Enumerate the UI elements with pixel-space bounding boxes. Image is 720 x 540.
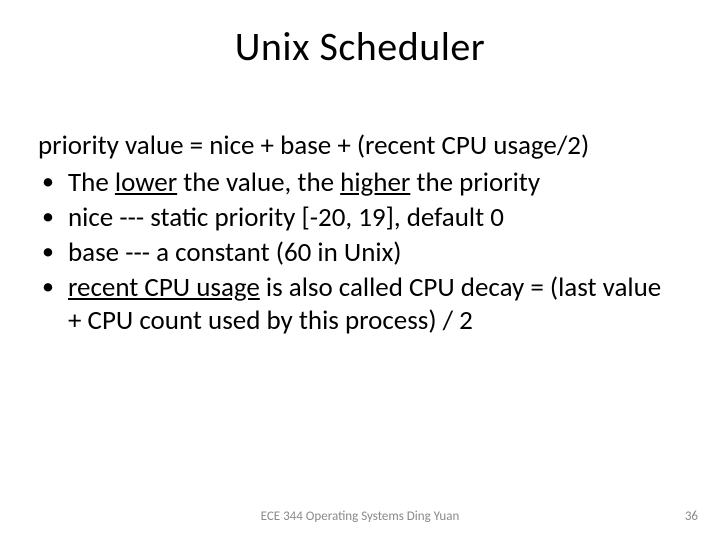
slide-body: priority value = nice + base + (recent C… (38, 130, 670, 340)
slide-title: Unix Scheduler (0, 0, 720, 71)
text: The (68, 166, 115, 199)
emphasis-higher: higher (340, 166, 410, 199)
priority-formula: priority value = nice + base + (recent C… (38, 130, 670, 163)
text: the value, the (177, 166, 340, 199)
bullet-item: recent CPU usage is also called CPU deca… (38, 272, 670, 338)
footer-course: ECE 344 Operating Systems Ding Yuan (0, 509, 720, 524)
emphasis-recent-cpu: recent CPU usage (68, 271, 260, 304)
bullet-item: nice --- static priority [-20, 19], defa… (38, 202, 670, 235)
bullet-item: The lower the value, the higher the prio… (38, 167, 670, 200)
slide-number: 36 (685, 509, 698, 524)
emphasis-lower: lower (115, 166, 177, 199)
slide: Unix Scheduler priority value = nice + b… (0, 0, 720, 540)
bullet-item: base --- a constant (60 in Unix) (38, 237, 670, 270)
text: the priority (410, 166, 540, 199)
bullet-list: The lower the value, the higher the prio… (38, 167, 670, 338)
